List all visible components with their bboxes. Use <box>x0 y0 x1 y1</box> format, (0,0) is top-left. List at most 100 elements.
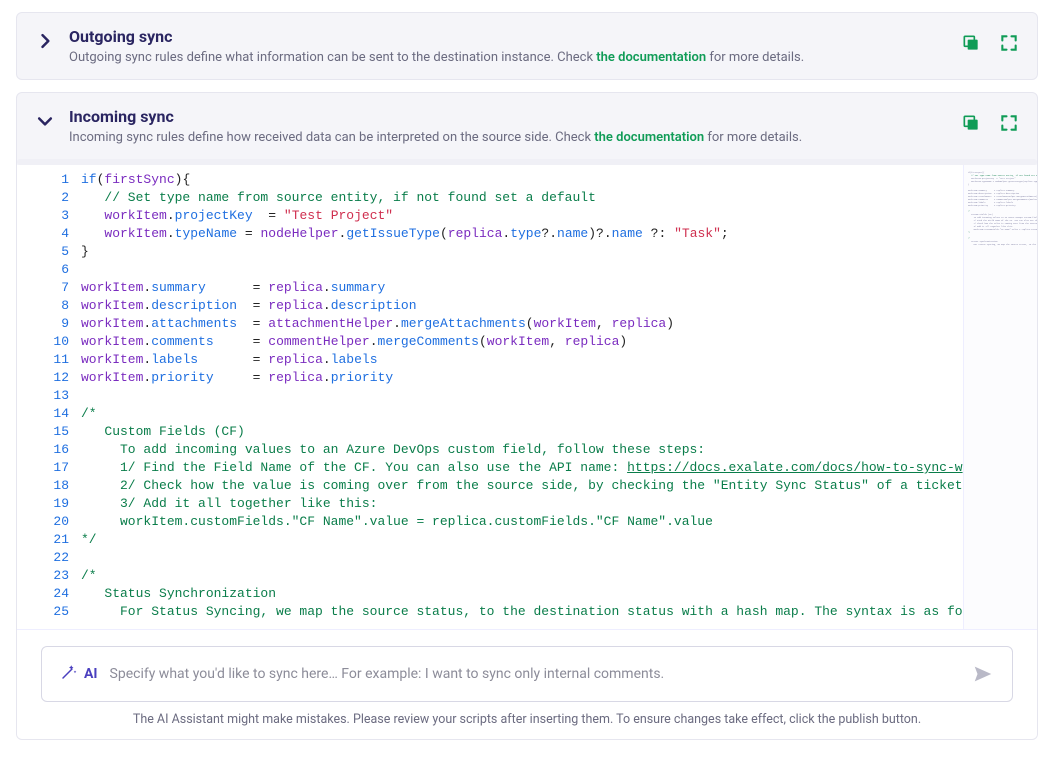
line-number: 25 <box>17 603 81 621</box>
code-line[interactable]: 12workItem.priority = replica.priority <box>17 369 963 387</box>
outgoing-sync-header[interactable]: Outgoing sync Outgoing sync rules define… <box>17 13 1037 79</box>
line-content: // Set type name from source entity, if … <box>81 189 963 207</box>
line-content <box>81 549 963 567</box>
code-line[interactable]: 17 1/ Find the Field Name of the CF. You… <box>17 459 963 477</box>
incoming-doc-link[interactable]: the documentation <box>594 130 704 145</box>
line-number: 8 <box>17 297 81 315</box>
line-number: 17 <box>17 459 81 477</box>
line-content: workItem.priority = replica.priority <box>81 369 963 387</box>
code-line[interactable]: 14/* <box>17 405 963 423</box>
code-line[interactable]: 20 workItem.customFields."CF Name".value… <box>17 513 963 531</box>
chevron-down-icon <box>35 111 55 131</box>
ai-placeholder: Specify what you'd like to sync here… Fo… <box>110 666 960 682</box>
line-content: workItem.summary = replica.summary <box>81 279 963 297</box>
line-content: workItem.comments = commentHelper.mergeC… <box>81 333 963 351</box>
code-line[interactable]: 15 Custom Fields (CF) <box>17 423 963 441</box>
code-line[interactable]: 3 workItem.projectKey = "Test Project" <box>17 207 963 225</box>
code-line[interactable]: 23/* <box>17 567 963 585</box>
line-number: 21 <box>17 531 81 549</box>
line-number: 7 <box>17 279 81 297</box>
code-line[interactable]: 19 3/ Add it all together like this: <box>17 495 963 513</box>
outgoing-sync-panel: Outgoing sync Outgoing sync rules define… <box>16 12 1038 80</box>
code-line[interactable]: 13 <box>17 387 963 405</box>
line-content: */ <box>81 531 963 549</box>
line-number: 4 <box>17 225 81 243</box>
outgoing-fullscreen-button[interactable] <box>999 33 1019 53</box>
line-number: 12 <box>17 369 81 387</box>
line-number: 11 <box>17 351 81 369</box>
line-content: /* <box>81 567 963 585</box>
ai-disclaimer: The AI Assistant might make mistakes. Pl… <box>41 712 1013 727</box>
code-line[interactable]: 1if(firstSync){ <box>17 171 963 189</box>
copy-icon <box>961 41 981 56</box>
line-number: 22 <box>17 549 81 567</box>
line-number: 6 <box>17 261 81 279</box>
outgoing-desc: Outgoing sync rules define what informat… <box>69 50 947 65</box>
wand-icon <box>60 663 78 685</box>
line-content: workItem.projectKey = "Test Project" <box>81 207 963 225</box>
line-content: To add incoming values to an Azure DevOp… <box>81 441 963 459</box>
incoming-copy-button[interactable] <box>961 113 981 133</box>
line-number: 20 <box>17 513 81 531</box>
line-content <box>81 387 963 405</box>
line-content: workItem.typeName = nodeHelper.getIssueT… <box>81 225 963 243</box>
line-content: Custom Fields (CF) <box>81 423 963 441</box>
incoming-fullscreen-button[interactable] <box>999 113 1019 133</box>
ai-input-box[interactable]: AI Specify what you'd like to sync here…… <box>41 646 1013 702</box>
line-content: workItem.attachments = attachmentHelper.… <box>81 315 963 333</box>
ai-assistant-zone: AI Specify what you'd like to sync here…… <box>17 629 1037 739</box>
line-number: 9 <box>17 315 81 333</box>
line-content: workItem.description = replica.descripti… <box>81 297 963 315</box>
ai-badge: AI <box>60 663 98 685</box>
line-number: 1 <box>17 171 81 189</box>
line-number: 2 <box>17 189 81 207</box>
send-icon <box>972 673 994 688</box>
line-number: 24 <box>17 585 81 603</box>
incoming-desc: Incoming sync rules define how received … <box>69 130 947 145</box>
incoming-title: Incoming sync <box>69 107 947 126</box>
incoming-sync-header[interactable]: Incoming sync Incoming sync rules define… <box>17 93 1037 159</box>
code-line[interactable]: 11workItem.labels = replica.labels <box>17 351 963 369</box>
line-number: 14 <box>17 405 81 423</box>
code-line[interactable]: 7workItem.summary = replica.summary <box>17 279 963 297</box>
line-number: 19 <box>17 495 81 513</box>
code-line[interactable]: 21*/ <box>17 531 963 549</box>
code-line[interactable]: 8workItem.description = replica.descript… <box>17 297 963 315</box>
code-line[interactable]: 5} <box>17 243 963 261</box>
line-number: 3 <box>17 207 81 225</box>
line-number: 15 <box>17 423 81 441</box>
outgoing-title: Outgoing sync <box>69 27 947 46</box>
outgoing-copy-button[interactable] <box>961 33 981 53</box>
line-number: 10 <box>17 333 81 351</box>
code-line[interactable]: 10workItem.comments = commentHelper.merg… <box>17 333 963 351</box>
line-number: 13 <box>17 387 81 405</box>
code-line[interactable]: 4 workItem.typeName = nodeHelper.getIssu… <box>17 225 963 243</box>
line-content: For Status Syncing, we map the source st… <box>81 603 963 621</box>
code-line[interactable]: 6 <box>17 261 963 279</box>
line-content: Status Synchronization <box>81 585 963 603</box>
code-line[interactable]: 16 To add incoming values to an Azure De… <box>17 441 963 459</box>
code-line[interactable]: 9workItem.attachments = attachmentHelper… <box>17 315 963 333</box>
code-line[interactable]: 25 For Status Syncing, we map the source… <box>17 603 963 621</box>
fullscreen-icon <box>999 41 1019 56</box>
line-number: 5 <box>17 243 81 261</box>
line-content: if(firstSync){ <box>81 171 963 189</box>
copy-icon <box>961 121 981 136</box>
line-number: 23 <box>17 567 81 585</box>
editor-minimap[interactable]: if(firstSync){ // Set type name from sou… <box>963 165 1038 629</box>
code-line[interactable]: 22 <box>17 549 963 567</box>
line-content: 2/ Check how the value is coming over fr… <box>81 477 963 495</box>
code-line[interactable]: 2 // Set type name from source entity, i… <box>17 189 963 207</box>
line-number: 18 <box>17 477 81 495</box>
code-editor[interactable]: 1if(firstSync){2 // Set type name from s… <box>17 165 1037 629</box>
line-number: 16 <box>17 441 81 459</box>
code-line[interactable]: 24 Status Synchronization <box>17 585 963 603</box>
code-line[interactable]: 18 2/ Check how the value is coming over… <box>17 477 963 495</box>
line-content: workItem.labels = replica.labels <box>81 351 963 369</box>
outgoing-doc-link[interactable]: the documentation <box>596 50 706 65</box>
ai-send-button[interactable] <box>972 663 994 685</box>
incoming-sync-panel: Incoming sync Incoming sync rules define… <box>16 92 1038 740</box>
line-content: } <box>81 243 963 261</box>
line-content: /* <box>81 405 963 423</box>
line-content: 1/ Find the Field Name of the CF. You ca… <box>81 459 963 477</box>
